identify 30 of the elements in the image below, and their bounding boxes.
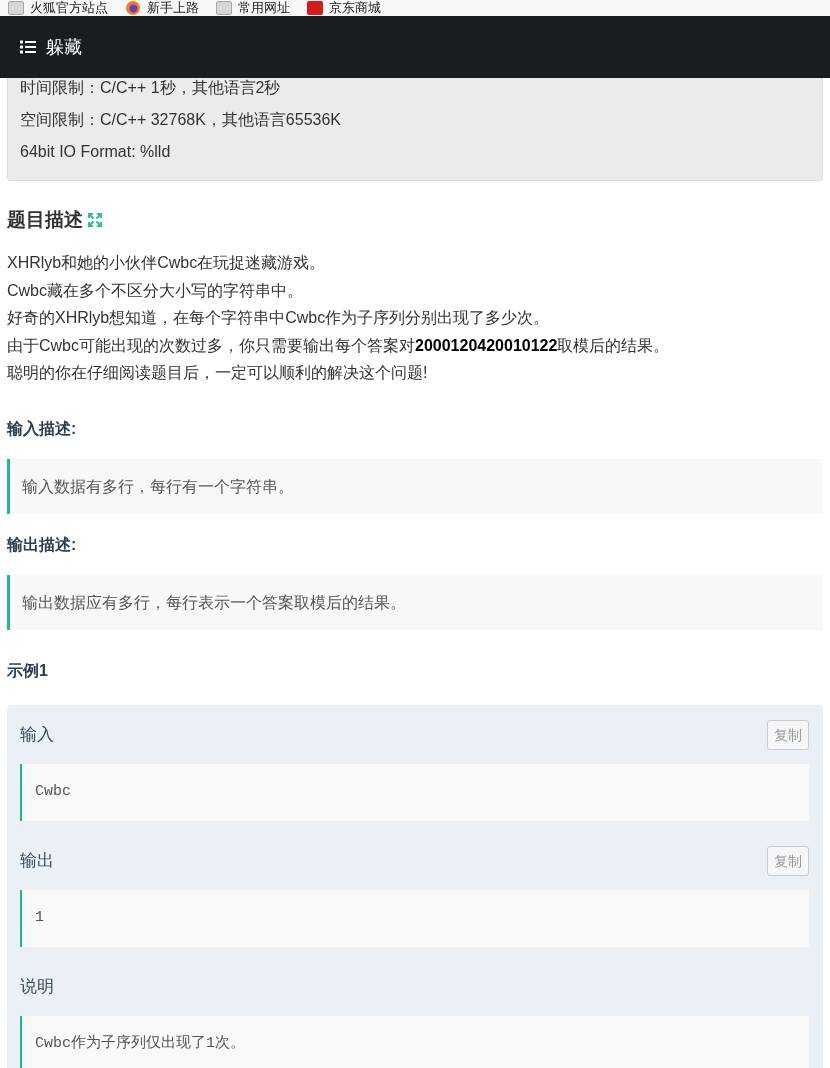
round-logo-icon — [125, 1, 141, 15]
description-text: XHRlyb和她的小伙伴Cwbc在玩捉迷藏游戏。 — [7, 253, 327, 273]
description-text: 由于Cwbc可能出现的次数过多，你只需要输出每个答案对2000120420010122取模后的结果。 — [7, 335, 671, 356]
code-text: 1 — [35, 908, 44, 928]
limit-text: 时间限制：C/C++ 1秒，其他语言2秒 — [20, 78, 282, 98]
code-text: Cwbc — [35, 782, 71, 802]
code-text: Cwbc作为子序列仅出现了1次。 — [35, 1034, 245, 1054]
section-label: 说明 — [20, 975, 54, 998]
list-icon[interactable] — [19, 39, 37, 55]
subsection-heading: 输入描述: — [7, 418, 78, 439]
quote-text: 输出数据应有多行，每行表示一个答案取模后的结果。 — [22, 592, 406, 613]
blank-page-icon — [8, 1, 24, 15]
bookmark-link[interactable]: 火狐官方站点 — [8, 0, 108, 16]
description-text: Cwbc藏在多个不区分大小写的字符串中。 — [7, 280, 304, 301]
blank-page-icon — [216, 1, 232, 15]
subsection-heading: 输出描述: — [7, 534, 78, 555]
section-label: 输入 — [20, 723, 54, 746]
section-label: 输出 — [20, 849, 54, 872]
section-heading: 题目描述 — [7, 208, 83, 232]
bookmark-link[interactable]: 常用网址 — [216, 0, 290, 16]
description-text: 好奇的XHRlyb想知道，在每个字符串中Cwbc作为子序列分别出现了多少次。 — [7, 308, 551, 328]
limit-text: 空间限制：C/C++ 32768K，其他语言65536K — [20, 110, 342, 130]
subsection-heading: 示例1 — [7, 660, 49, 681]
navbar-title: 躲藏 — [46, 36, 82, 59]
quote-text: 输入数据有多行，每行有一个字符串。 — [22, 476, 294, 497]
square-logo-icon — [307, 1, 323, 15]
bookmark-link[interactable]: 京东商城 — [307, 0, 381, 16]
bookmark-link[interactable]: 新手上路 — [125, 0, 199, 16]
limit-text: 64bit IO Format: %lld — [20, 142, 172, 162]
description-text: 聪明的你在仔细阅读题目后，一定可以顺利的解决这个问题! — [7, 363, 429, 383]
